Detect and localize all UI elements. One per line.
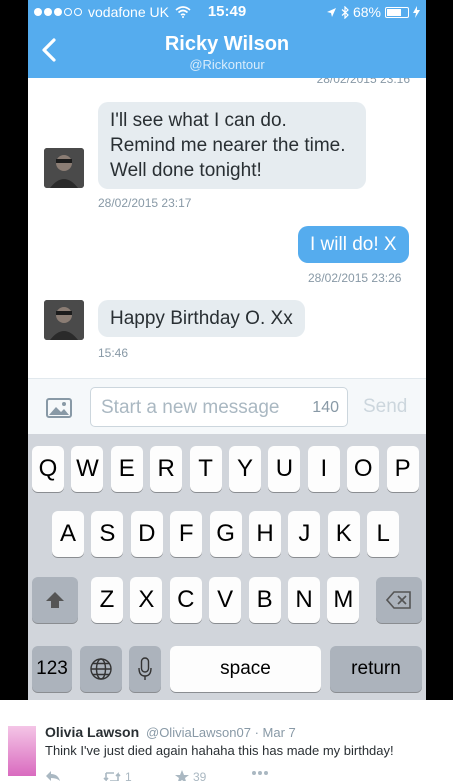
location-arrow-icon [326, 7, 336, 17]
key-t[interactable]: T [189, 446, 222, 492]
key-y[interactable]: Y [229, 446, 261, 492]
message-line: Remind me nearer the time. [110, 135, 346, 156]
more-button[interactable] [251, 770, 269, 776]
numbers-key[interactable]: 123 [32, 646, 72, 692]
key-s[interactable]: S [91, 511, 124, 557]
message-timestamp: 28/02/2015 23:26 [308, 271, 402, 285]
tweet-author-avatar[interactable] [8, 726, 36, 776]
space-key[interactable]: space [170, 646, 321, 692]
backspace-icon [386, 591, 411, 609]
onscreen-keyboard: Q W E R T Y U I O P A S D F G H J K L Z X C V B N M 123 space return [28, 434, 426, 700]
compose-bar: Start a new message 140 Send [28, 378, 426, 434]
retweet-count: 1 [125, 770, 132, 781]
phone-screenshot: vodafone UK 15:49 68% Ricky Wilson @Rick… [0, 0, 453, 700]
bluetooth-icon [341, 5, 349, 19]
message-line: I'll see what I can do. [110, 110, 287, 131]
battery-fill [387, 8, 401, 16]
key-v[interactable]: V [209, 577, 242, 623]
key-n[interactable]: N [288, 577, 320, 623]
key-j[interactable]: J [288, 511, 321, 557]
battery-icon [385, 6, 409, 18]
conversation-handle: @Rickontour [189, 57, 265, 72]
key-z[interactable]: Z [91, 577, 123, 623]
globe-icon [90, 658, 112, 680]
tweet-author-handle[interactable]: @OliviaLawson07 · Mar 7 [146, 725, 296, 740]
key-f[interactable]: F [170, 511, 203, 557]
image-icon [46, 398, 72, 418]
avatar-photo-icon [44, 148, 84, 188]
charging-bolt-icon [413, 6, 420, 18]
favorite-count: 39 [193, 770, 207, 781]
key-r[interactable]: R [150, 446, 183, 492]
sender-avatar[interactable] [44, 300, 84, 340]
key-a[interactable]: A [52, 511, 84, 557]
shift-key[interactable] [32, 577, 78, 623]
message-input[interactable]: Start a new message 140 [90, 387, 348, 427]
delete-key[interactable] [376, 577, 422, 623]
conversation-header: vodafone UK 15:49 68% Ricky Wilson @Rick… [28, 0, 426, 78]
outgoing-message[interactable]: I will do! X [298, 226, 409, 263]
key-c[interactable]: C [169, 577, 202, 623]
shift-arrow-icon [46, 592, 64, 608]
avatar-photo-icon [44, 300, 84, 340]
reply-button[interactable] [45, 770, 61, 781]
key-w[interactable]: W [71, 446, 104, 492]
key-i[interactable]: I [307, 446, 340, 492]
status-bar: vodafone UK 15:49 68% [28, 0, 426, 24]
microphone-icon [138, 657, 152, 680]
retweet-button[interactable]: 1 [103, 770, 132, 781]
message-placeholder: Start a new message [101, 397, 280, 418]
more-dots-icon [252, 771, 268, 775]
key-p[interactable]: P [386, 446, 419, 492]
message-line: Well done tonight! [110, 160, 262, 181]
tweet-author-name[interactable]: Olivia Lawson [45, 724, 139, 740]
return-key[interactable]: return [330, 646, 422, 692]
key-h[interactable]: H [249, 511, 281, 557]
message-thread[interactable]: 28/02/2015 23:16 I'll see what I can do.… [28, 78, 426, 378]
sender-avatar[interactable] [44, 148, 84, 188]
incoming-message[interactable]: I'll see what I can do. Remind me nearer… [98, 102, 366, 189]
send-button[interactable]: Send [363, 396, 407, 418]
incoming-message[interactable]: Happy Birthday O. Xx [98, 300, 305, 337]
tweet-actions: 1 39 [45, 770, 305, 781]
tweet-text: Think I've just died again hahaha this h… [45, 743, 394, 758]
key-e[interactable]: E [110, 446, 143, 492]
message-timestamp: 15:46 [98, 346, 129, 360]
status-right: 68% [326, 4, 420, 20]
key-u[interactable]: U [268, 446, 301, 492]
key-k[interactable]: K [327, 511, 360, 557]
globe-key[interactable] [80, 646, 122, 692]
dictation-key[interactable] [129, 646, 161, 692]
key-x[interactable]: X [130, 577, 163, 623]
key-m[interactable]: M [327, 577, 360, 623]
battery-percent: 68% [352, 4, 381, 20]
star-icon [175, 770, 189, 781]
key-o[interactable]: O [347, 446, 380, 492]
key-g[interactable]: G [209, 511, 242, 557]
character-count: 140 [312, 399, 339, 416]
retweet-icon [103, 772, 121, 781]
key-l[interactable]: L [367, 511, 400, 557]
message-timestamp: 28/02/2015 23:17 [98, 196, 192, 210]
key-b[interactable]: B [248, 577, 281, 623]
conversation-title: Ricky Wilson [164, 33, 290, 55]
key-d[interactable]: D [130, 511, 163, 557]
add-photo-button[interactable] [46, 398, 72, 423]
message-timestamp: 28/02/2015 23:16 [316, 78, 410, 86]
reply-icon [46, 771, 60, 781]
dm-screen: vodafone UK 15:49 68% Ricky Wilson @Rick… [28, 0, 426, 700]
favorite-button[interactable]: 39 [175, 770, 206, 781]
embedded-tweet: Olivia Lawson @OliviaLawson07 · Mar 7 Th… [0, 700, 453, 781]
key-q[interactable]: Q [32, 446, 64, 492]
